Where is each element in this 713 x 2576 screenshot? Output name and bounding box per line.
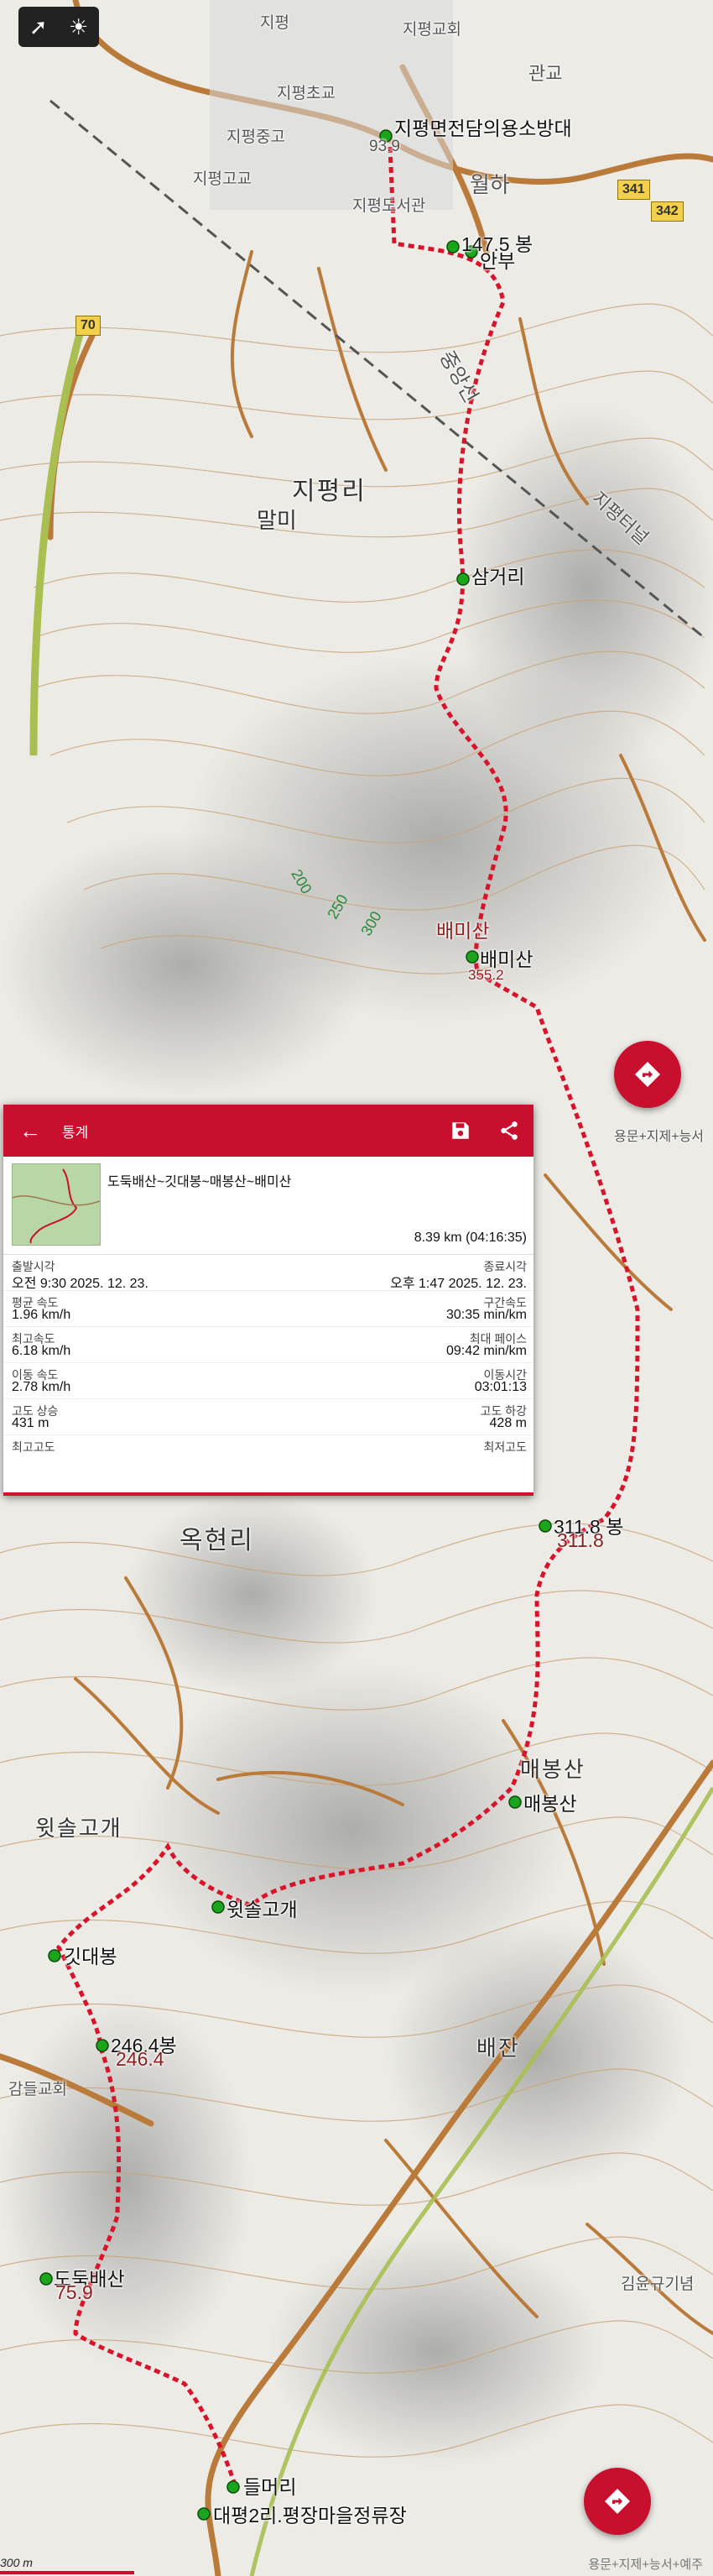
waypoint-label[interactable]: 안부 [480, 245, 515, 274]
peak-label: 311.8 [557, 1529, 604, 1551]
stat-value: 09:42 min/km [445, 1344, 527, 1358]
road-badge-70: 70 [75, 316, 101, 336]
directions-icon [605, 2489, 630, 2514]
pass-label: 윗솔고개 [35, 1816, 122, 1841]
place-label: 지평고교 [193, 170, 252, 188]
save-icon[interactable] [436, 1120, 485, 1142]
statistics-panel: ← 통계 도둑배산~깃대봉~매봉산~배미산 8.39 km (04:16:35)… [3, 1105, 533, 1496]
peak-label: 매봉산 [520, 1757, 585, 1782]
panel-title: 통계 [62, 1124, 89, 1141]
stat-value: 428 m [489, 1416, 527, 1430]
place-label: 옥현리 [180, 1527, 254, 1554]
place-label: 김윤규기념 [621, 2276, 695, 2293]
town-label: 지평면전담의용소방대 [394, 118, 572, 139]
peak-label: 75.9 [55, 2281, 93, 2303]
directions-icon [635, 1062, 660, 1087]
attribution: 용문+지제+능서+예주 [588, 2558, 703, 2572]
stat-row: 최고고도 최저고도 [3, 1435, 533, 1471]
stat-value: 1.96 km/h [12, 1308, 71, 1322]
place-label: 월하 [470, 172, 510, 197]
peak-label: 배미산 [436, 920, 490, 942]
peak-label: 355.2 [468, 967, 504, 983]
stat-value: 2.78 km/h [12, 1380, 71, 1394]
track-thumbnail[interactable] [12, 1163, 101, 1246]
place-label: 지평초교 [277, 85, 336, 102]
place-label: 지평교회 [403, 21, 461, 39]
place-label: 말미 [257, 508, 297, 533]
scale-label: 300 m [0, 2556, 33, 2569]
road-badge-341: 341 [617, 180, 650, 200]
place-label: 관교 [528, 63, 563, 84]
scale-bar: 300 m [0, 2556, 134, 2574]
signal-icon[interactable]: ➚ [29, 14, 48, 40]
waypoint-label[interactable]: 윗솔고개 [226, 1894, 298, 1922]
panel-header: ← 통계 [3, 1105, 533, 1157]
stat-row: 이동 속도 2.78 km/h 이동시간 03:01:13 [3, 1363, 533, 1399]
stat-label: 최고고도 [12, 1440, 55, 1454]
waypoint-label[interactable]: 깃대봉 [64, 1941, 117, 1969]
waypoint-label[interactable]: 대평2리.평장마을정류장 [213, 2500, 407, 2528]
stat-value: 431 m [12, 1416, 49, 1430]
track-distance: 8.39 km (04:16:35) [414, 1231, 527, 1245]
stat-value: 6.18 km/h [12, 1344, 71, 1358]
place-label: 지평중고 [226, 128, 285, 146]
waypoint-label[interactable]: 매봉산 [523, 1788, 576, 1816]
navigate-button[interactable] [584, 2468, 651, 2535]
road-badge-342: 342 [651, 201, 684, 222]
track-summary[interactable]: 도둑배산~깃대봉~매봉산~배미산 8.39 km (04:16:35) [3, 1157, 533, 1255]
map-source-label: 용문+지제+능서 [614, 1130, 705, 1144]
share-icon[interactable] [485, 1120, 533, 1142]
stat-value: 오후 1:47 2025. 12. 23. [390, 1277, 527, 1291]
stat-row: 고도 상승 431 m 고도 하강 428 m [3, 1399, 533, 1435]
place-label: 감들교회 [8, 2081, 67, 2098]
stat-label: 최저고도 [483, 1440, 527, 1454]
waypoint-label[interactable]: 들머리 [243, 2471, 296, 2500]
place-label: 지평 [260, 14, 289, 32]
brightness-icon[interactable]: ☀ [69, 14, 88, 40]
place-label: 지평도서관 [352, 197, 426, 215]
place-label: 지평리 [292, 478, 367, 505]
stat-value: 오전 9:30 2025. 12. 23. [12, 1277, 148, 1291]
navigate-button[interactable] [614, 1041, 681, 1108]
waypoint-label[interactable]: 삼거리 [471, 561, 524, 589]
place-label: 배잔 [476, 2035, 520, 2061]
map-mode-toolbar[interactable]: ➚ ☀ [18, 7, 99, 47]
town-elevation: 93.9 [369, 138, 400, 155]
stat-row: 최고속도 6.18 km/h 최대 페이스 09:42 min/km [3, 1327, 533, 1363]
track-name: 도둑배산~깃대봉~매봉산~배미산 [107, 1175, 292, 1189]
peak-label: 246.4 [116, 2048, 164, 2070]
stat-value: 03:01:13 [474, 1380, 527, 1394]
back-arrow-icon[interactable]: ← [10, 1118, 50, 1144]
stat-value: 30:35 min/km [445, 1308, 527, 1322]
stat-row: 평균 속도 1.96 km/h 구간속도 30:35 min/km [3, 1291, 533, 1327]
stat-row: 출발시각 오전 9:30 2025. 12. 23. 종료시각 오후 1:47 … [3, 1255, 533, 1291]
